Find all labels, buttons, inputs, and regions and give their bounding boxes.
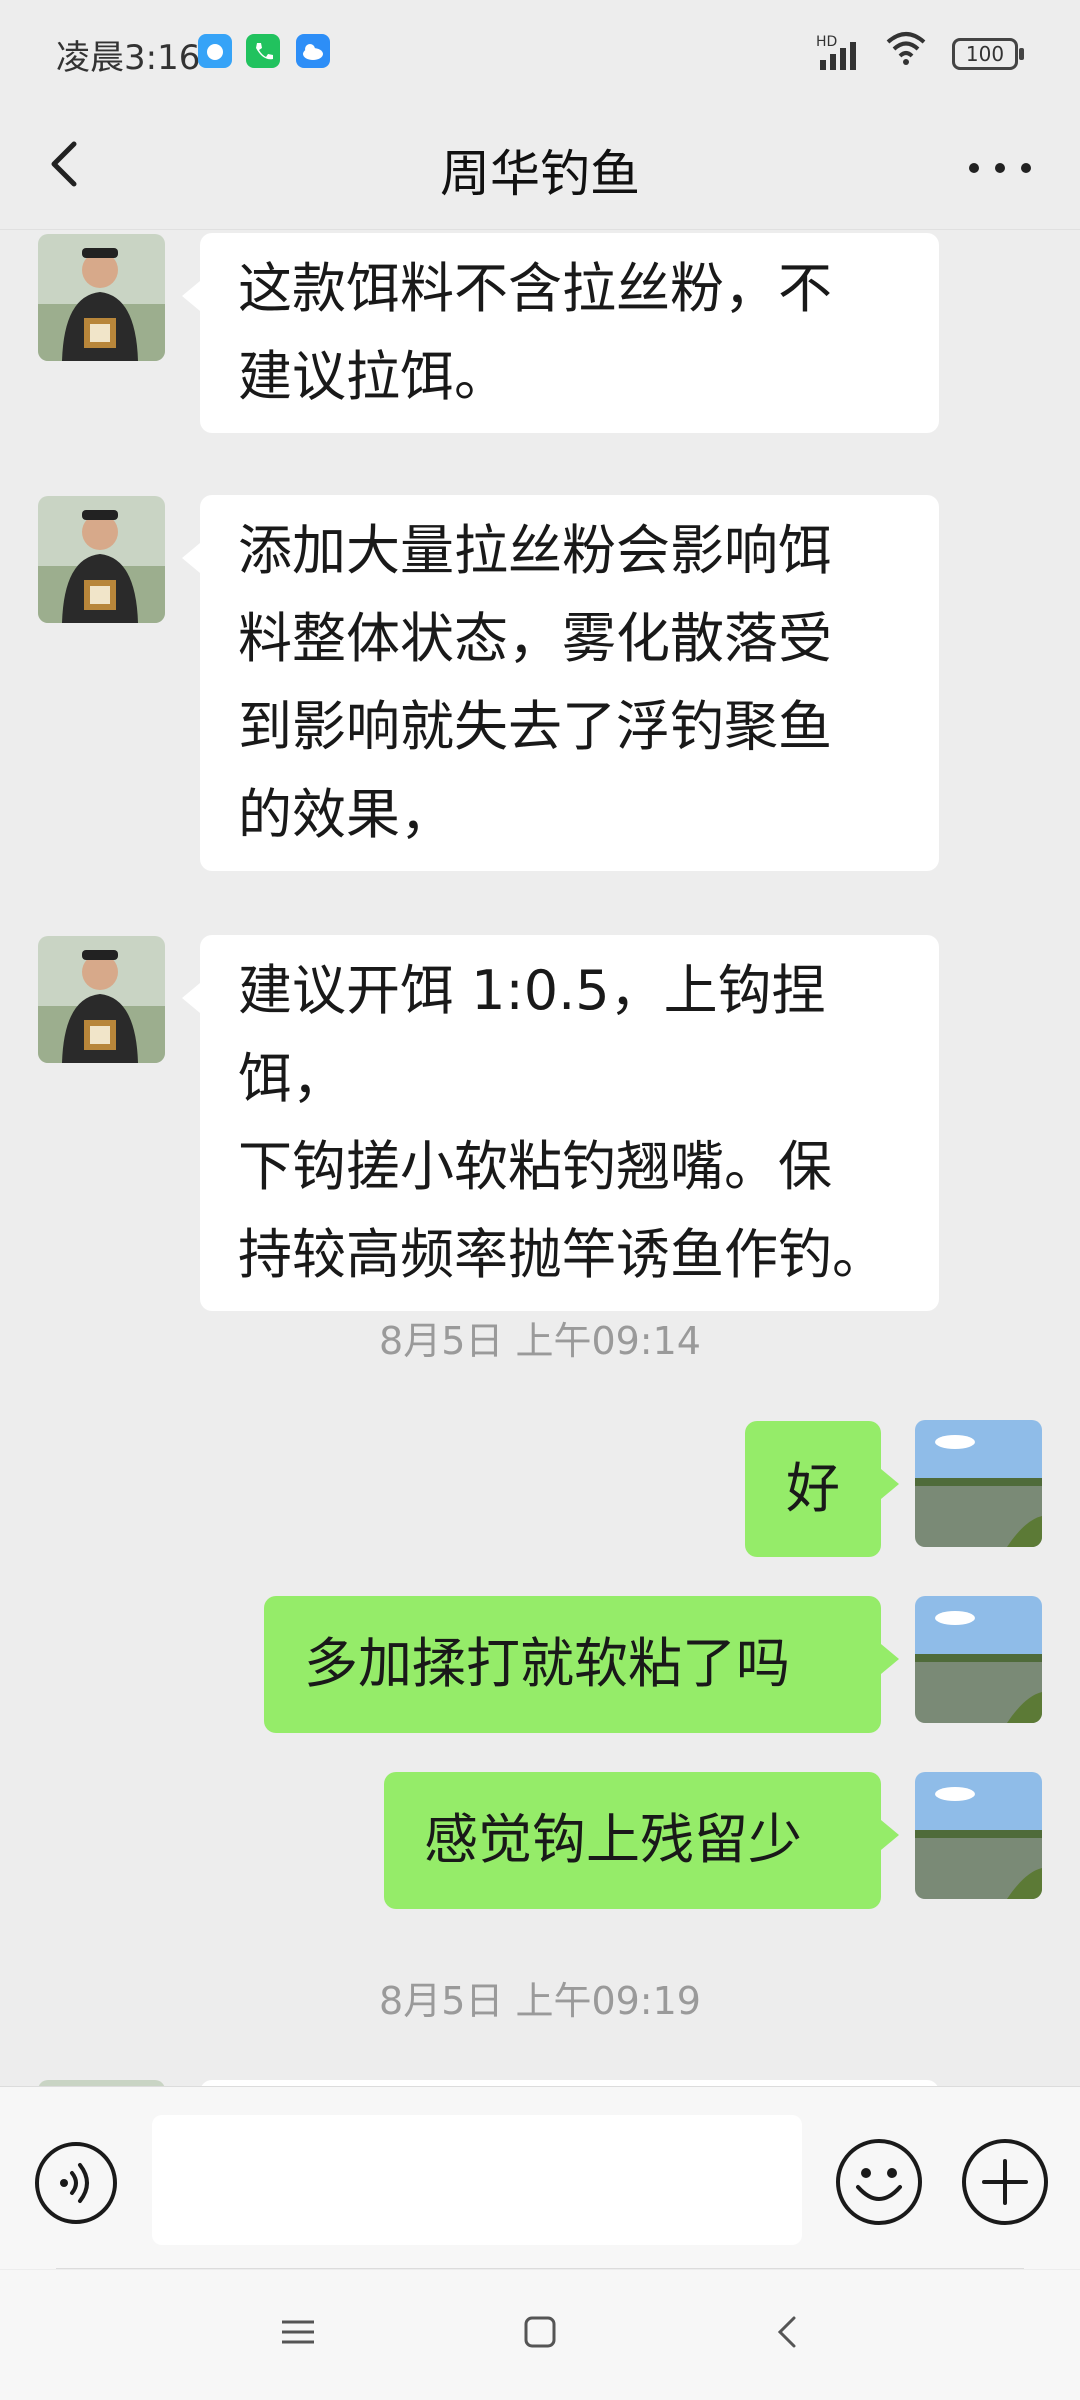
input-bar [0,2086,1080,2269]
message-bubble-outgoing[interactable]: 多加揉打就软粘了吗 [264,1596,899,1733]
message-text: 多加揉打就软粘了吗 [304,1632,790,1695]
more-actions-button[interactable] [960,2137,1050,2227]
svg-text:HD: HD [816,34,837,50]
plus-icon [962,2139,1048,2225]
back-nav-icon[interactable] [766,2310,810,2354]
avatar-contact[interactable] [38,496,165,623]
more-button[interactable] [960,128,1040,208]
message-text-line: 这款饵料不含拉丝粉，不 [238,257,832,320]
message-timestamp: 8月5日 上午09:14 [379,1319,701,1363]
message-text-line: 建议开饵 1:0.5，上钩捏饵， [238,959,826,1110]
phone-notification-icon [246,34,280,68]
chat-header: 周华钓鱼 [0,104,1080,230]
avatar-self[interactable] [915,1772,1042,1899]
lake-avatar-icon [915,1772,1042,1899]
battery-indicator: 100 [952,38,1024,70]
person-avatar-icon [38,234,165,361]
divider [56,2268,1024,2269]
emoji-button[interactable] [834,2137,924,2227]
message-input[interactable] [152,2115,802,2245]
message-text-line: 到影响就失去了浮钓聚鱼 [238,695,832,758]
signal-icon: HD [816,32,872,76]
more-dots-icon [969,163,1031,173]
avatar-self[interactable] [915,1420,1042,1547]
voice-icon [35,2142,117,2224]
status-bar: 凌晨3:16 HD 100 [0,0,1080,104]
message-timestamp: 8月5日 上午09:19 [379,1979,701,2023]
message-text-line: 添加大量拉丝粉会影响饵 [238,519,832,582]
menu-icon[interactable] [276,2310,320,2354]
message-bubble-outgoing[interactable]: 好 [745,1421,899,1557]
cloud-notification-icon [198,34,232,68]
message-text-line: 建议拉饵。 [238,345,508,408]
lake-avatar-icon [915,1420,1042,1547]
message-text-line: 持较高频率抛竿诱鱼作钓。 [238,1223,886,1286]
avatar-contact[interactable] [38,936,165,1063]
message-text: 好 [786,1457,840,1520]
home-icon[interactable] [518,2310,562,2354]
status-time: 凌晨3:16 [56,38,201,78]
voice-button[interactable] [34,2141,118,2225]
message-bubble-incoming[interactable]: 添加大量拉丝粉会影响饵 料整体状态，雾化散落受 到影响就失去了浮钓聚鱼 的效果， [182,495,939,871]
person-avatar-icon [38,496,165,623]
person-avatar-icon [38,936,165,1063]
message-bubble-incoming[interactable]: 这款饵料不含拉丝粉，不 建议拉饵。 [182,233,939,433]
message-text: 感觉钩上残留少 [424,1808,802,1871]
message-bubble-incoming[interactable]: 建议开饵 1:0.5，上钩捏饵， 下钩搓小软粘钓翘嘴。保 持较高频率抛竿诱鱼作钓… [182,935,939,1311]
wifi-icon [884,28,928,72]
avatar-self[interactable] [915,1596,1042,1723]
message-list[interactable]: 这款饵料不含拉丝粉，不 建议拉饵。 添加大量拉丝粉会影响饵 料整体状态，雾化散落… [0,230,1080,2086]
weather-notification-icon [296,34,330,68]
chat-title: 周华钓鱼 [440,145,640,203]
message-bubble-outgoing[interactable]: 感觉钩上残留少 [384,1772,899,1909]
emoji-icon [836,2139,922,2225]
message-text-line: 料整体状态，雾化散落受 [238,607,832,670]
avatar-contact[interactable] [38,234,165,361]
system-nav-bar [0,2270,1080,2400]
lake-avatar-icon [915,1596,1042,1723]
message-text-line: 的效果， [238,783,454,846]
message-text-line: 下钩搓小软粘钓翘嘴。保 [238,1135,832,1198]
